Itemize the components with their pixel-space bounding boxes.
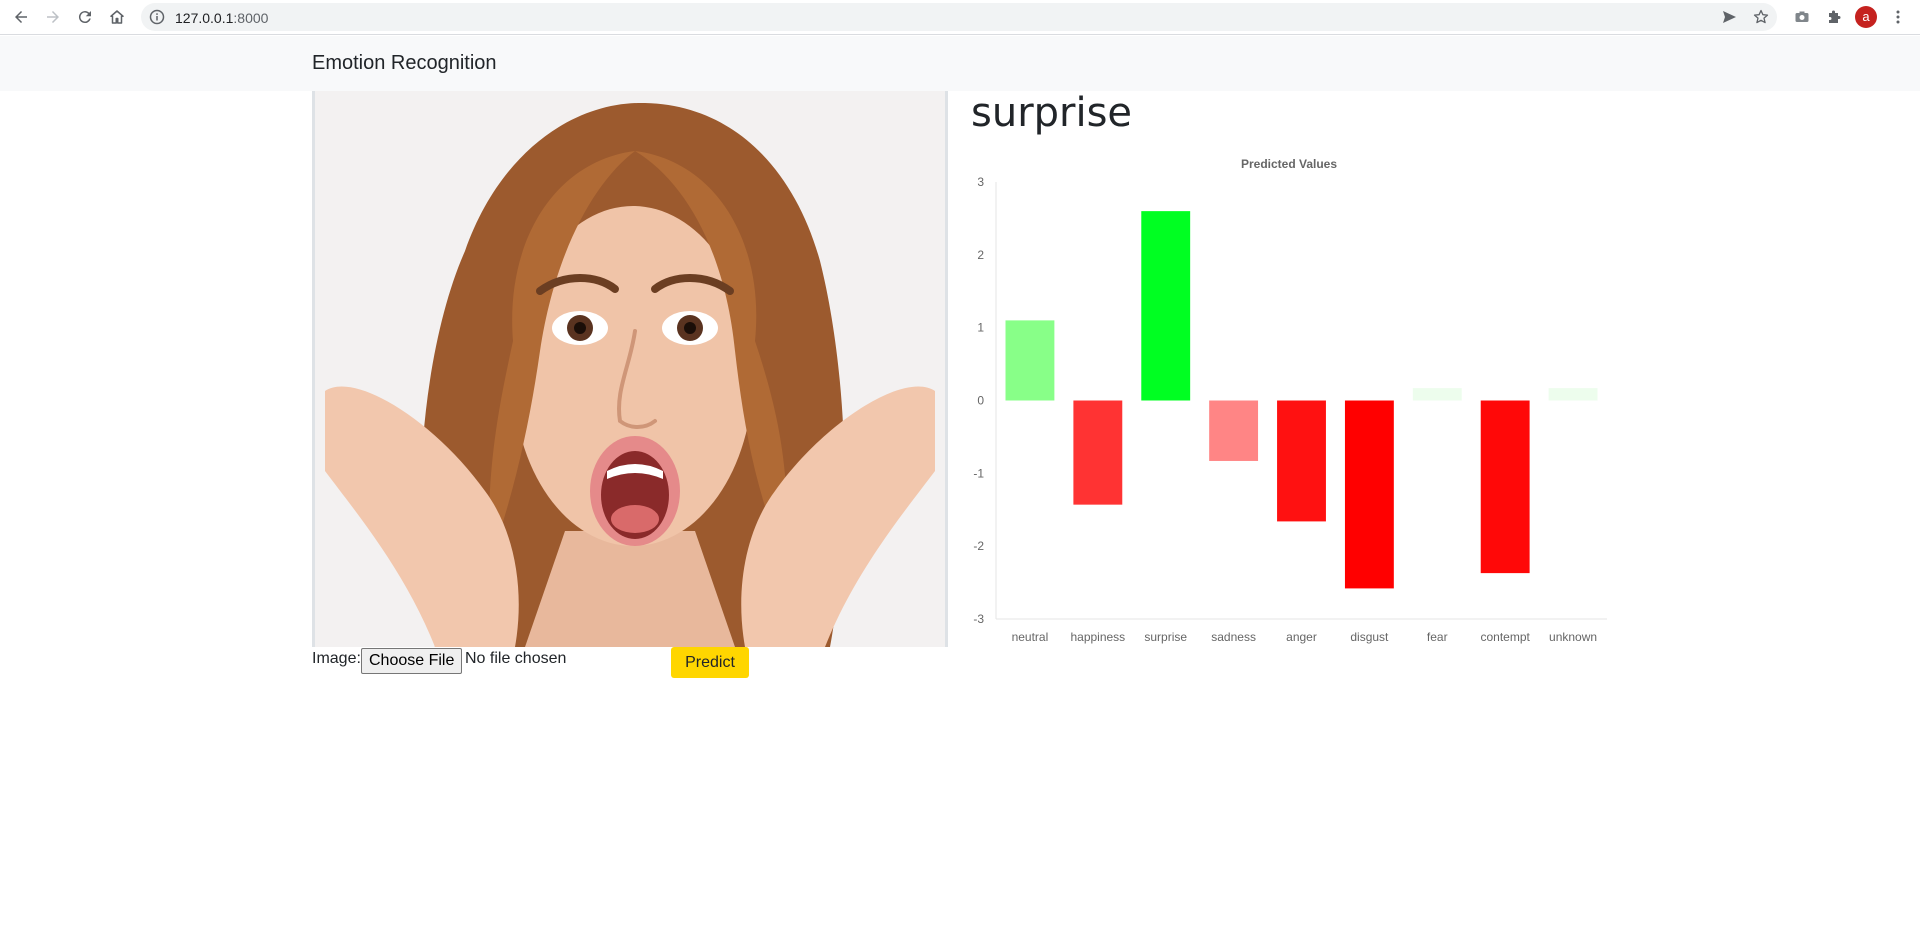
chart-bars	[1005, 211, 1598, 589]
forward-button[interactable]	[40, 4, 66, 30]
x-axis-labels: neutral happiness surprise sadness anger disg…	[1012, 630, 1597, 644]
star-icon[interactable]	[1753, 9, 1769, 25]
y-tick-label: -3	[973, 612, 984, 626]
send-icon[interactable]	[1721, 9, 1737, 25]
x-tick-label: anger	[1286, 630, 1317, 644]
browser-toolbar: 127.0.0.1:8000 a	[0, 0, 1920, 35]
x-tick-label: fear	[1427, 630, 1448, 644]
y-tick-label: 3	[977, 175, 984, 189]
address-bar[interactable]: 127.0.0.1:8000	[141, 3, 1777, 31]
bar-contempt[interactable]	[1480, 400, 1530, 574]
x-tick-label: unknown	[1549, 630, 1597, 644]
file-status-text: No file chosen	[465, 650, 567, 667]
y-tick-label: -1	[973, 466, 984, 480]
camera-extension-button[interactable]	[1791, 6, 1813, 28]
prediction-chart: Predicted Values neutral happiness surpris…	[960, 150, 1620, 650]
bar-anger[interactable]	[1277, 400, 1326, 522]
x-tick-label: contempt	[1480, 630, 1530, 644]
more-vert-icon	[1896, 10, 1900, 24]
navbar: Emotion Recognition	[0, 36, 1920, 91]
profile-avatar[interactable]: a	[1855, 6, 1877, 28]
x-tick-label: happiness	[1070, 630, 1125, 644]
bar-chart: Predicted Values neutral happiness surpris…	[973, 157, 1607, 644]
back-button[interactable]	[8, 4, 34, 30]
bar-fear[interactable]	[1412, 388, 1462, 401]
face-photo	[315, 91, 945, 647]
home-button[interactable]	[104, 4, 130, 30]
home-icon	[110, 10, 124, 24]
bar-unknown[interactable]	[1548, 388, 1598, 401]
extensions-button[interactable]	[1823, 6, 1845, 28]
bar-sadness[interactable]	[1209, 400, 1259, 461]
info-icon[interactable]	[149, 9, 165, 25]
bar-disgust[interactable]	[1344, 400, 1394, 589]
arrow-right-icon	[47, 11, 59, 23]
reload-icon	[78, 11, 91, 24]
chrome-menu-button[interactable]	[1887, 6, 1909, 28]
x-tick-label: disgust	[1350, 630, 1389, 644]
y-tick-label: -2	[973, 539, 984, 553]
choose-file-button[interactable]: Choose File	[361, 648, 463, 674]
url-text: 127.0.0.1:8000	[175, 10, 268, 26]
puzzle-icon	[1829, 10, 1841, 23]
x-tick-label: sadness	[1211, 630, 1256, 644]
x-tick-label: surprise	[1144, 630, 1187, 644]
x-tick-label: neutral	[1012, 630, 1049, 644]
y-tick-label: 2	[977, 248, 984, 262]
url-host: 127.0.0.1	[175, 10, 234, 26]
bar-neutral[interactable]	[1005, 320, 1055, 401]
chart-title: Predicted Values	[1241, 157, 1337, 171]
reload-button[interactable]	[72, 4, 98, 30]
arrow-left-icon	[15, 11, 27, 23]
predict-button[interactable]: Predict	[671, 647, 749, 678]
bar-surprise[interactable]	[1141, 211, 1191, 401]
uploaded-image-preview	[312, 91, 948, 647]
bar-happiness[interactable]	[1073, 400, 1123, 505]
image-label: Image:	[312, 650, 361, 667]
predicted-emotion-heading: surprise	[971, 90, 1133, 136]
camera-icon	[1795, 11, 1809, 22]
navbar-brand[interactable]: Emotion Recognition	[312, 52, 497, 75]
y-tick-label: 1	[977, 321, 984, 335]
y-axis-labels: 3 2 1 0 -1 -2 -3	[973, 175, 984, 626]
url-port: :8000	[233, 10, 269, 26]
y-tick-label: 0	[977, 394, 984, 408]
